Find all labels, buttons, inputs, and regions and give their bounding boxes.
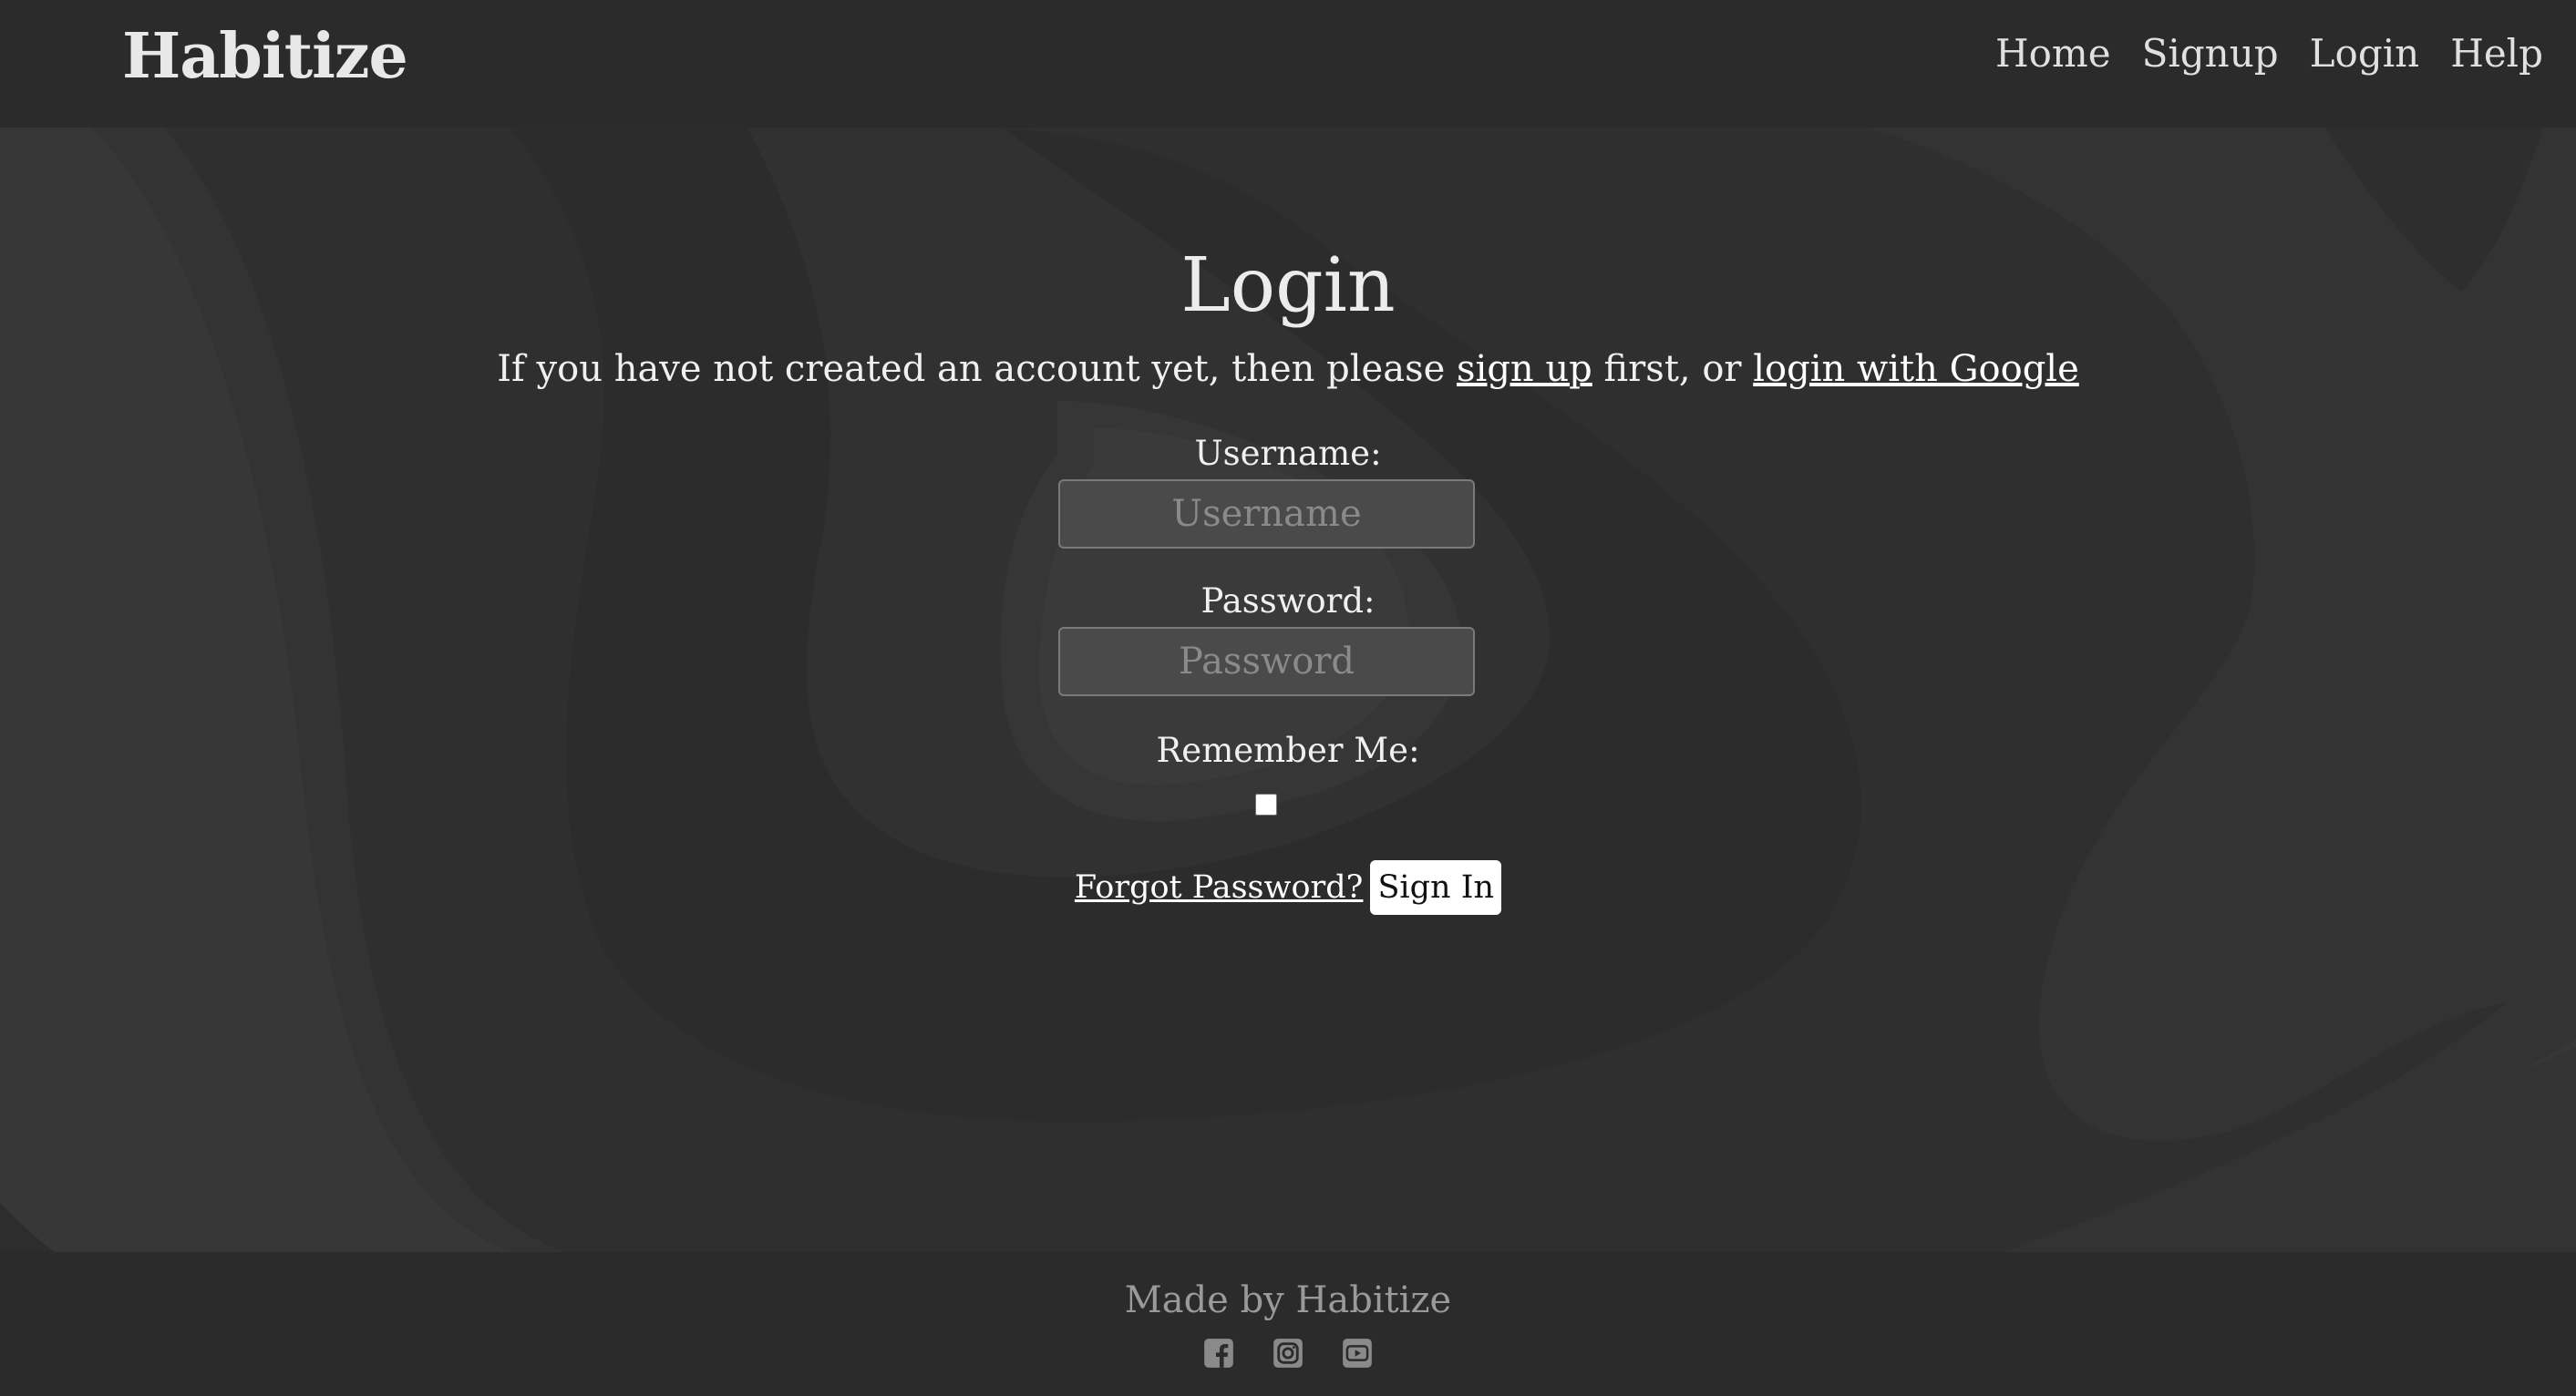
remember-me-checkbox[interactable] <box>1255 794 1277 816</box>
navbar: Habitize Home Signup Login Help <box>0 0 2576 128</box>
intro-text-before: If you have not created an account yet, … <box>497 348 1457 390</box>
username-label: Username: <box>1194 434 1382 473</box>
social-icons <box>0 1336 2576 1370</box>
username-input[interactable] <box>1058 479 1475 549</box>
sign-in-button[interactable]: Sign In <box>1370 860 1502 915</box>
form-actions: Forgot Password? Sign In <box>0 860 2576 915</box>
nav-link-signup[interactable]: Signup <box>2142 31 2279 76</box>
instagram-icon[interactable] <box>1271 1336 1305 1370</box>
intro-text-middle: first, or <box>1592 348 1754 390</box>
remember-me-label: Remember Me: <box>1156 731 1420 770</box>
password-label: Password: <box>1200 581 1376 621</box>
password-input[interactable] <box>1058 627 1475 696</box>
facebook-icon[interactable] <box>1201 1336 1236 1370</box>
nav-links: Home Signup Login Help <box>1995 31 2543 76</box>
footer-text: Made by Habitize <box>1124 1279 1452 1321</box>
google-login-link[interactable]: login with Google <box>1753 348 2079 390</box>
brand-logo[interactable]: Habitize <box>122 20 408 93</box>
nav-link-login[interactable]: Login <box>2310 31 2420 76</box>
login-content: Login If you have not created an account… <box>0 128 2576 1252</box>
nav-link-home[interactable]: Home <box>1995 31 2111 76</box>
youtube-icon[interactable] <box>1340 1336 1375 1370</box>
intro-text: If you have not created an account yet, … <box>0 348 2576 390</box>
page-title: Login <box>1180 242 1396 329</box>
forgot-password-link[interactable]: Forgot Password? <box>1075 869 1364 906</box>
signup-link[interactable]: sign up <box>1457 348 1592 390</box>
nav-link-help[interactable]: Help <box>2450 31 2543 76</box>
footer: Made by Habitize <box>0 1252 2576 1396</box>
hero-section: Login If you have not created an account… <box>0 128 2576 1252</box>
